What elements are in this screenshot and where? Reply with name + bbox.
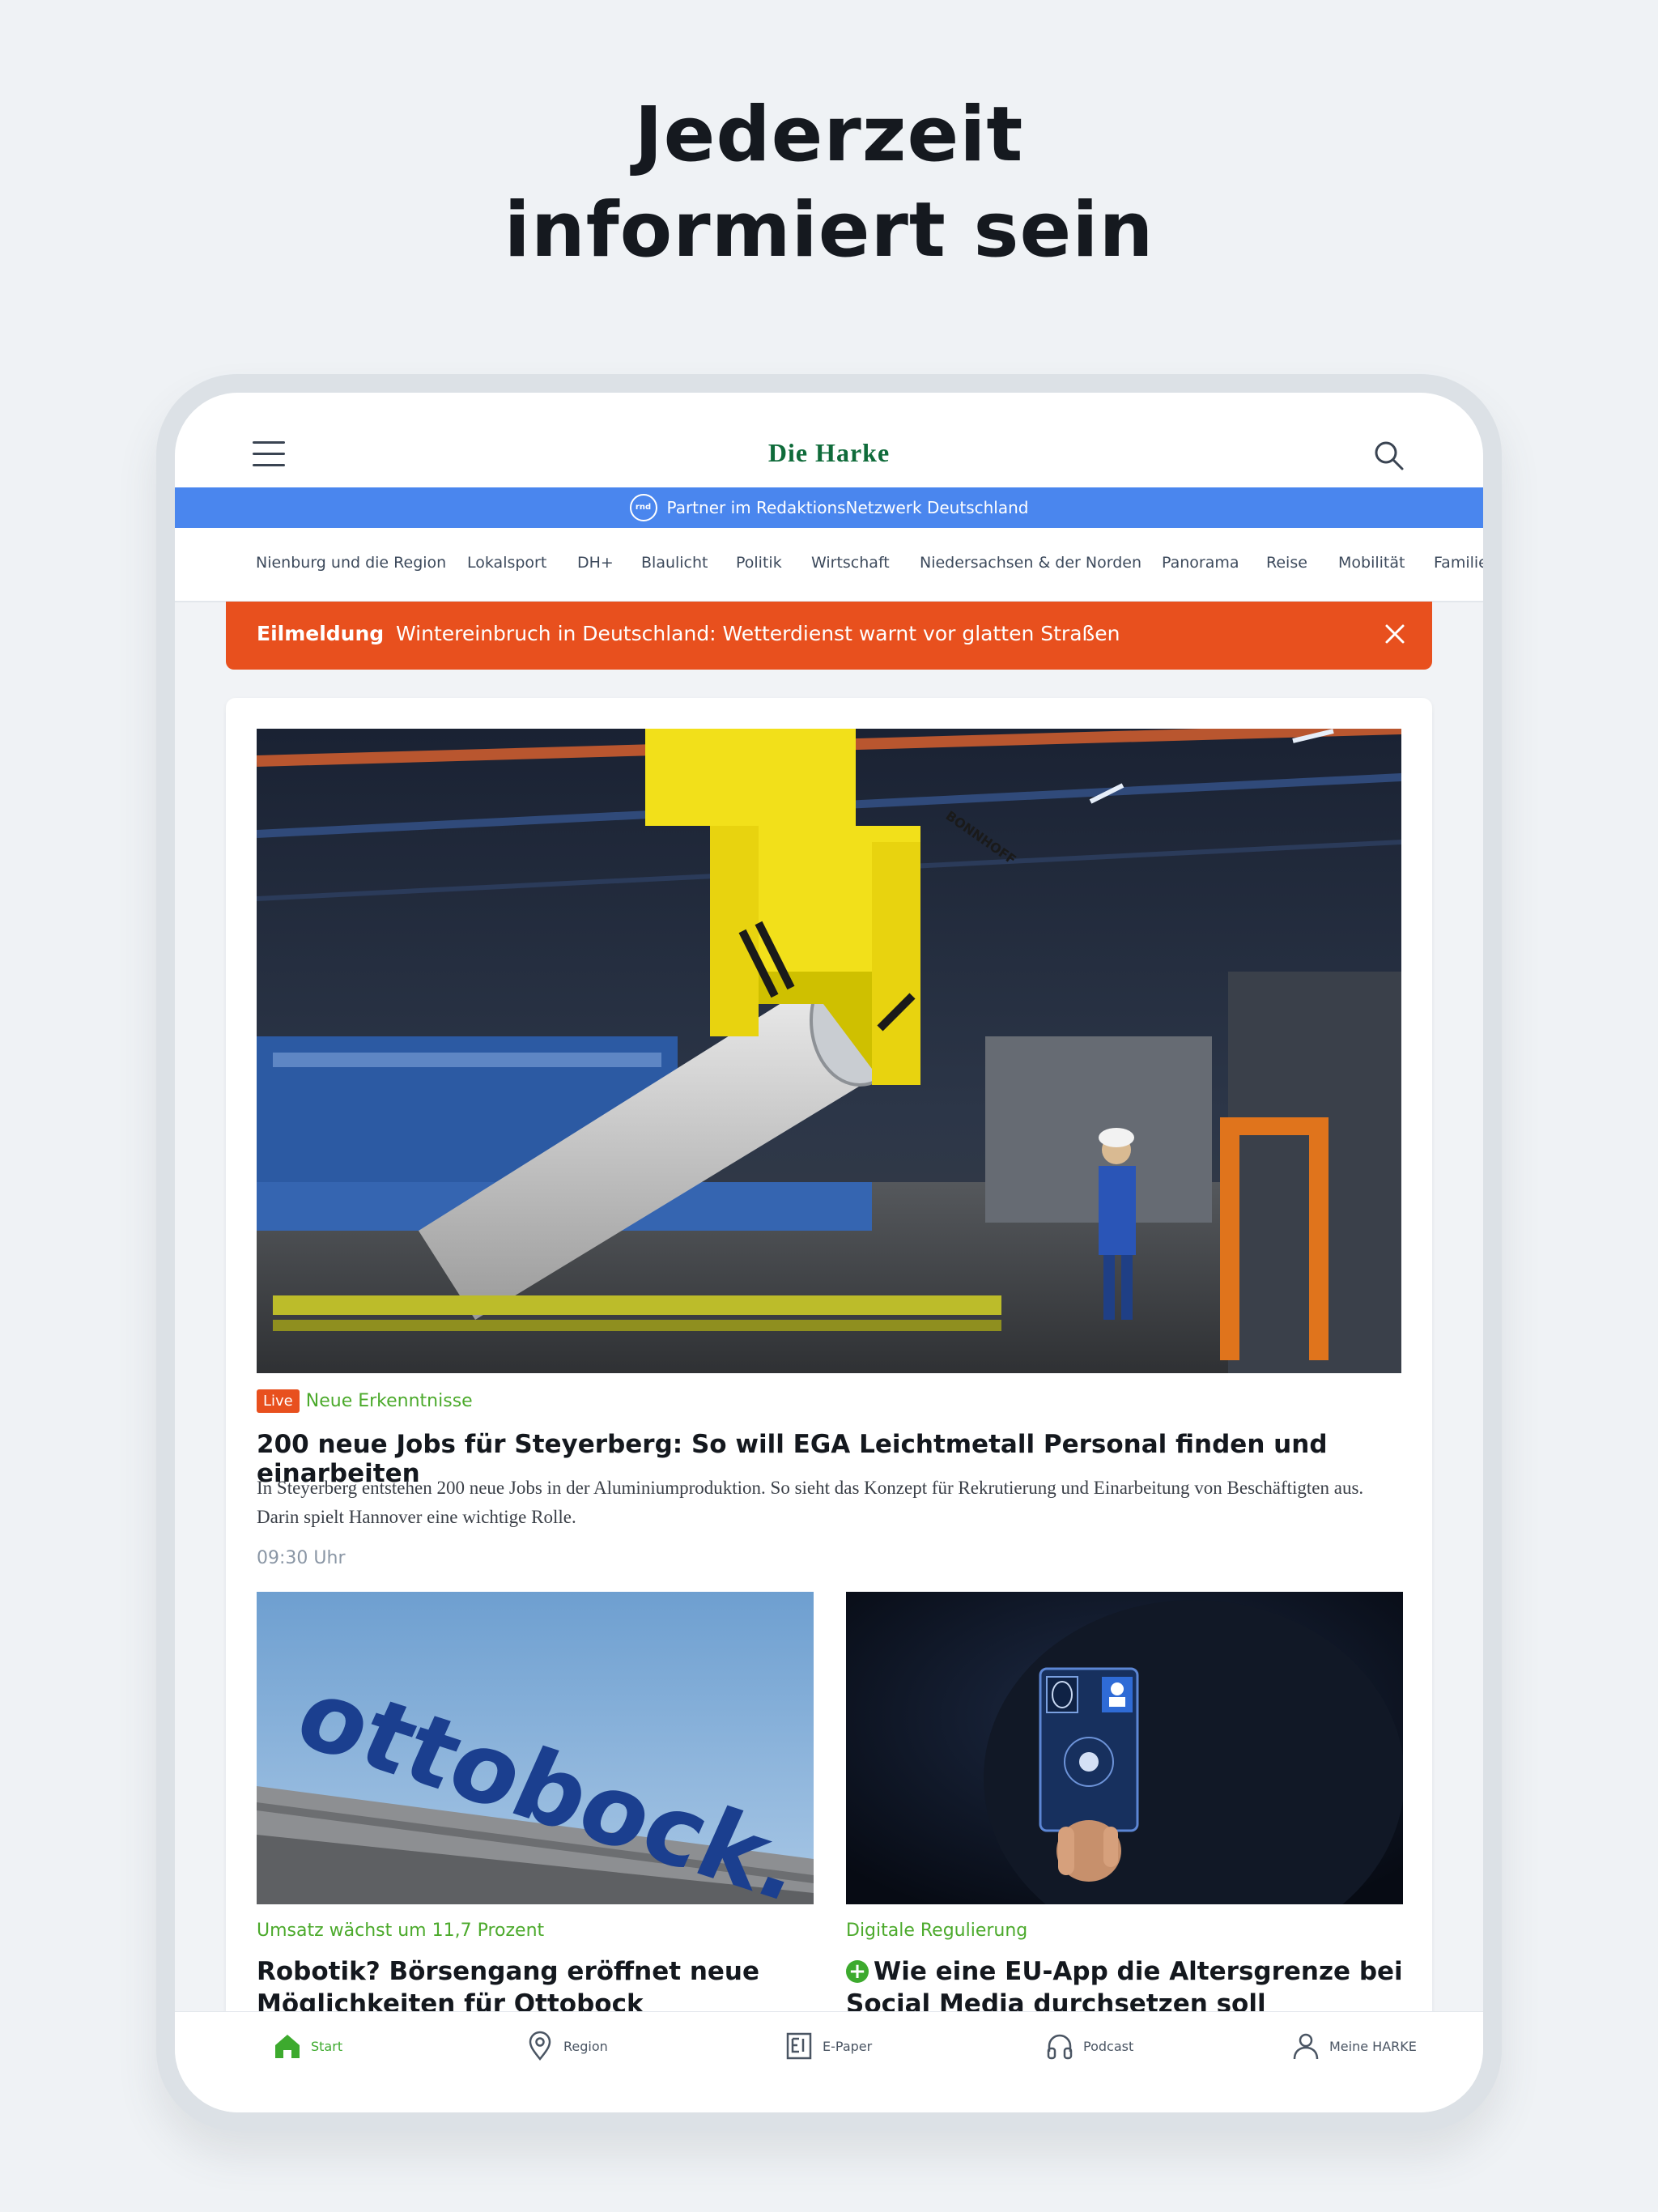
tab-start[interactable]: Start: [272, 2030, 342, 2062]
hero-tag-row: Live Neue Erkenntnisse: [257, 1389, 473, 1417]
article-title-text: Wie eine EU-App die Altersgrenze bei Soc…: [846, 1957, 1403, 2018]
category-nav: Nienburg und die Region Lokalsport DH+ B…: [175, 528, 1483, 602]
rnd-logo-icon: rnd: [629, 493, 657, 521]
bottom-tab-bar: Start Region E-Paper Podcast Meine HARKE: [175, 2011, 1483, 2112]
tab-meine-harke[interactable]: Meine HARKE: [1290, 2030, 1417, 2062]
nav-item-wirtschaft[interactable]: Wirtschaft: [811, 554, 890, 572]
epaper-icon: [786, 2032, 812, 2060]
article-title[interactable]: Robotik? Börsengang eröffnet neue Möglic…: [257, 1955, 814, 2020]
location-pin-icon: [529, 2031, 551, 2061]
article-teaser-ottobock[interactable]: ottobock. Umsatz wächst um 11,7 Prozent …: [257, 1592, 814, 2020]
nav-item-lokalsport[interactable]: Lokalsport: [467, 554, 546, 572]
promo-headline-line2: informiert sein: [504, 186, 1154, 274]
promo-headline: Jederzeit informiert sein: [0, 87, 1658, 279]
nav-item-familie[interactable]: Familie: [1434, 554, 1483, 572]
ottobock-image-graphic: ottobock.: [257, 1592, 814, 1904]
tab-podcast[interactable]: Podcast: [1044, 2030, 1133, 2062]
nav-item-dh-plus[interactable]: DH+: [577, 554, 614, 572]
tab-label: E-Paper: [823, 2038, 873, 2054]
app-logo[interactable]: Die Harke: [175, 438, 1483, 468]
partner-banner[interactable]: rnd Partner im RedaktionsNetzwerk Deutsch…: [175, 487, 1483, 528]
live-badge: Live: [257, 1389, 300, 1413]
home-icon: [275, 2035, 300, 2058]
article-image[interactable]: ottobock.: [257, 1592, 814, 1904]
partner-banner-text: Partner im RedaktionsNetzwerk Deutschlan…: [666, 498, 1029, 517]
hero-timestamp: 09:30 Uhr: [257, 1548, 346, 1568]
search-icon[interactable]: [1371, 438, 1407, 474]
tab-label: Region: [563, 2038, 608, 2054]
eu-app-image-graphic: [846, 1592, 1403, 1904]
plus-content-icon: +: [846, 1960, 869, 1983]
nav-item-mobilitaet[interactable]: Mobilität: [1338, 554, 1405, 572]
article-teaser-eu-app[interactable]: Digitale Regulierung + Wie eine EU-App di…: [846, 1592, 1403, 2020]
tab-region[interactable]: Region: [525, 2030, 608, 2062]
article-kicker: Umsatz wächst um 11,7 Prozent: [257, 1921, 545, 1941]
article-kicker: Digitale Regulierung: [846, 1921, 1028, 1941]
article-title[interactable]: + Wie eine EU-App die Altersgrenze bei So…: [846, 1955, 1403, 2020]
promo-headline-line1: Jederzeit: [634, 91, 1024, 179]
nav-item-blaulicht[interactable]: Blaulicht: [641, 554, 708, 572]
breaking-text[interactable]: Wintereinbruch in Deutschland: Wetterdie…: [396, 622, 1120, 645]
article-image[interactable]: [846, 1592, 1403, 1904]
nav-item-panorama[interactable]: Panorama: [1162, 554, 1239, 572]
hero-image[interactable]: BONNHOFF: [257, 729, 1401, 1373]
close-icon[interactable]: [1382, 621, 1408, 647]
hero-image-graphic: BONNHOFF: [257, 729, 1401, 1373]
nav-item-nienburg[interactable]: Nienburg und die Region: [256, 554, 446, 572]
tab-label: Meine HARKE: [1329, 2038, 1417, 2054]
tab-epaper[interactable]: E-Paper: [784, 2030, 872, 2062]
user-icon: [1293, 2033, 1319, 2060]
hero-kicker: Neue Erkenntnisse: [305, 1391, 473, 1411]
hero-teaser: In Steyerberg entstehen 200 neue Jobs in…: [257, 1478, 1364, 1527]
breaking-news-banner[interactable]: Eilmeldung Wintereinbruch in Deutschland…: [226, 602, 1432, 670]
nav-item-niedersachsen[interactable]: Niedersachsen & der Norden: [920, 554, 1141, 572]
headphones-icon: [1047, 2034, 1073, 2060]
breaking-label: Eilmeldung: [257, 622, 385, 645]
nav-item-reise[interactable]: Reise: [1266, 554, 1307, 572]
nav-item-politik[interactable]: Politik: [736, 554, 782, 572]
article-card-list: BONNHOFF Live Neue Erkenntnisse 200 neue …: [226, 698, 1432, 2112]
app-screen: Die Harke rnd Partner im RedaktionsNetzwe…: [175, 393, 1483, 2112]
tab-label: Podcast: [1083, 2038, 1134, 2054]
top-bar: Die Harke: [175, 393, 1483, 487]
tab-label: Start: [311, 2038, 343, 2054]
